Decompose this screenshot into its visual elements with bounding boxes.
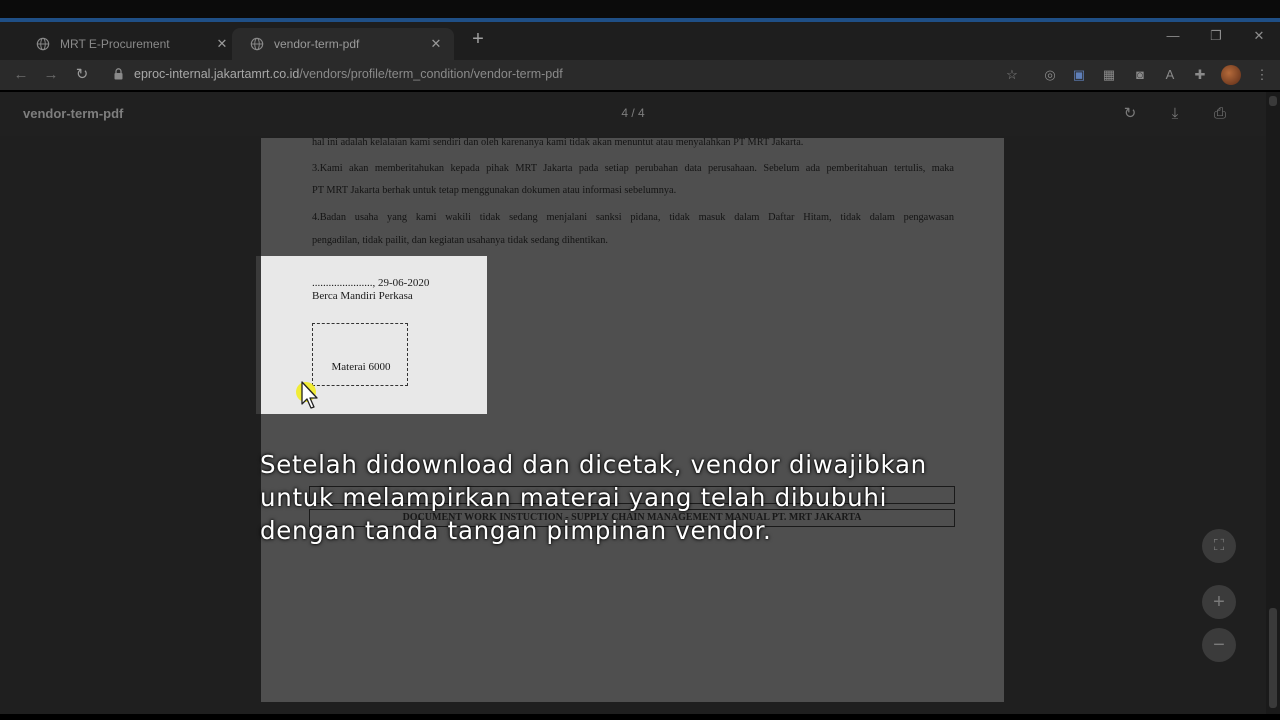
new-tab-button[interactable]: +: [468, 29, 488, 50]
forward-arrow-icon[interactable]: →: [42, 66, 60, 84]
scrollbar-arrow[interactable]: [1269, 96, 1277, 106]
window-close-button[interactable]: ✕: [1249, 28, 1269, 44]
fit-page-button[interactable]: ⛶: [1202, 529, 1236, 563]
download-icon[interactable]: ⤓: [1165, 104, 1185, 124]
camera-icon[interactable]: ◙: [1132, 67, 1148, 83]
stamp-box: Materai 6000: [312, 323, 408, 386]
puzzle-icon[interactable]: ✚: [1192, 67, 1208, 83]
rotate-icon[interactable]: ↻: [1120, 104, 1140, 124]
video-subtitle: Setelah didownload dan dicetak, vendor d…: [260, 448, 1020, 547]
tab-strip: MRT E-Procurement ✕ vendor-term-pdf ✕ + …: [0, 22, 1280, 60]
tab-vendor-term-pdf[interactable]: vendor-term-pdf ✕: [232, 28, 454, 60]
back-arrow-icon[interactable]: ←: [12, 66, 30, 84]
zoom-in-button[interactable]: +: [1202, 585, 1236, 619]
company-name: Berca Mandiri Perkasa: [312, 290, 413, 302]
url-host: eproc-internal.jakartamrt.co.id: [134, 67, 300, 81]
bookmark-star-icon[interactable]: ☆: [1004, 67, 1020, 83]
extension-circle-icon[interactable]: ◎: [1042, 67, 1058, 83]
browser-toolbar: ← → ↻ eproc-internal.jakartamrt.co.id/ve…: [0, 60, 1280, 90]
font-icon[interactable]: A: [1162, 67, 1178, 83]
pdf-text-line: pengadilan, tidak pailit, dan kegiatan u…: [312, 235, 608, 246]
translate-icon[interactable]: ▣: [1071, 67, 1087, 83]
screen-top-bar: [0, 0, 1280, 18]
extension-square-icon[interactable]: ▦: [1101, 67, 1117, 83]
subtitle-line: untuk melampirkan materai yang telah dib…: [260, 483, 888, 512]
subtitle-line: dengan tanda tangan pimpinan vendor.: [260, 516, 772, 545]
minimize-button[interactable]: —: [1163, 28, 1183, 43]
pdf-toolbar: vendor-term-pdf 4 / 4 ↻ ⤓ ⎙: [0, 92, 1266, 136]
signature-date: ......................, 29-06-2020: [312, 277, 430, 289]
mouse-cursor-icon: [296, 381, 318, 409]
menu-kebab-icon[interactable]: ⋮: [1254, 67, 1270, 83]
avatar[interactable]: [1221, 65, 1241, 85]
screen-bottom-bar: [0, 714, 1280, 720]
tab-label: MRT E-Procurement: [60, 37, 170, 51]
pdf-text-line: 3.Kami akan memberitahukan kepada pihak …: [312, 163, 954, 174]
url-path: /vendors/profile/term_condition/vendor-t…: [299, 67, 563, 81]
pdf-page: hal ini adalah kelalaian kami sendiri da…: [261, 138, 1004, 702]
address-bar[interactable]: eproc-internal.jakartamrt.co.id/vendors/…: [134, 67, 563, 81]
reload-icon[interactable]: ↻: [73, 66, 91, 84]
stamp-label: Materai 6000: [331, 361, 391, 373]
pdf-text-line: 4.Badan usaha yang kami wakili tidak sed…: [312, 212, 954, 223]
lock-icon: [114, 68, 123, 80]
page-indicator: 4 / 4: [621, 106, 645, 120]
close-icon[interactable]: ✕: [428, 36, 444, 52]
tab-mrt-eprocurement[interactable]: MRT E-Procurement ✕: [18, 28, 240, 60]
pdf-viewer: vendor-term-pdf 4 / 4 ↻ ⤓ ⎙ hal ini adal…: [0, 92, 1280, 714]
print-icon[interactable]: ⎙: [1210, 104, 1230, 124]
subtitle-line: Setelah didownload dan dicetak, vendor d…: [260, 450, 927, 479]
globe-icon: [36, 37, 50, 51]
scrollbar-thumb[interactable]: [1269, 608, 1277, 708]
zoom-out-button[interactable]: −: [1202, 628, 1236, 662]
close-icon[interactable]: ✕: [214, 36, 230, 52]
globe-icon: [250, 37, 264, 51]
tab-label: vendor-term-pdf: [274, 37, 360, 51]
zoomed-signature-area: ......................, 29-06-2020 Berca…: [256, 256, 487, 414]
pdf-text-line: PT MRT Jakarta berhak untuk tetap menggu…: [312, 185, 677, 196]
pdf-text-line: hal ini adalah kelalaian kami sendiri da…: [312, 138, 804, 148]
maximize-button[interactable]: ❐: [1206, 28, 1226, 44]
